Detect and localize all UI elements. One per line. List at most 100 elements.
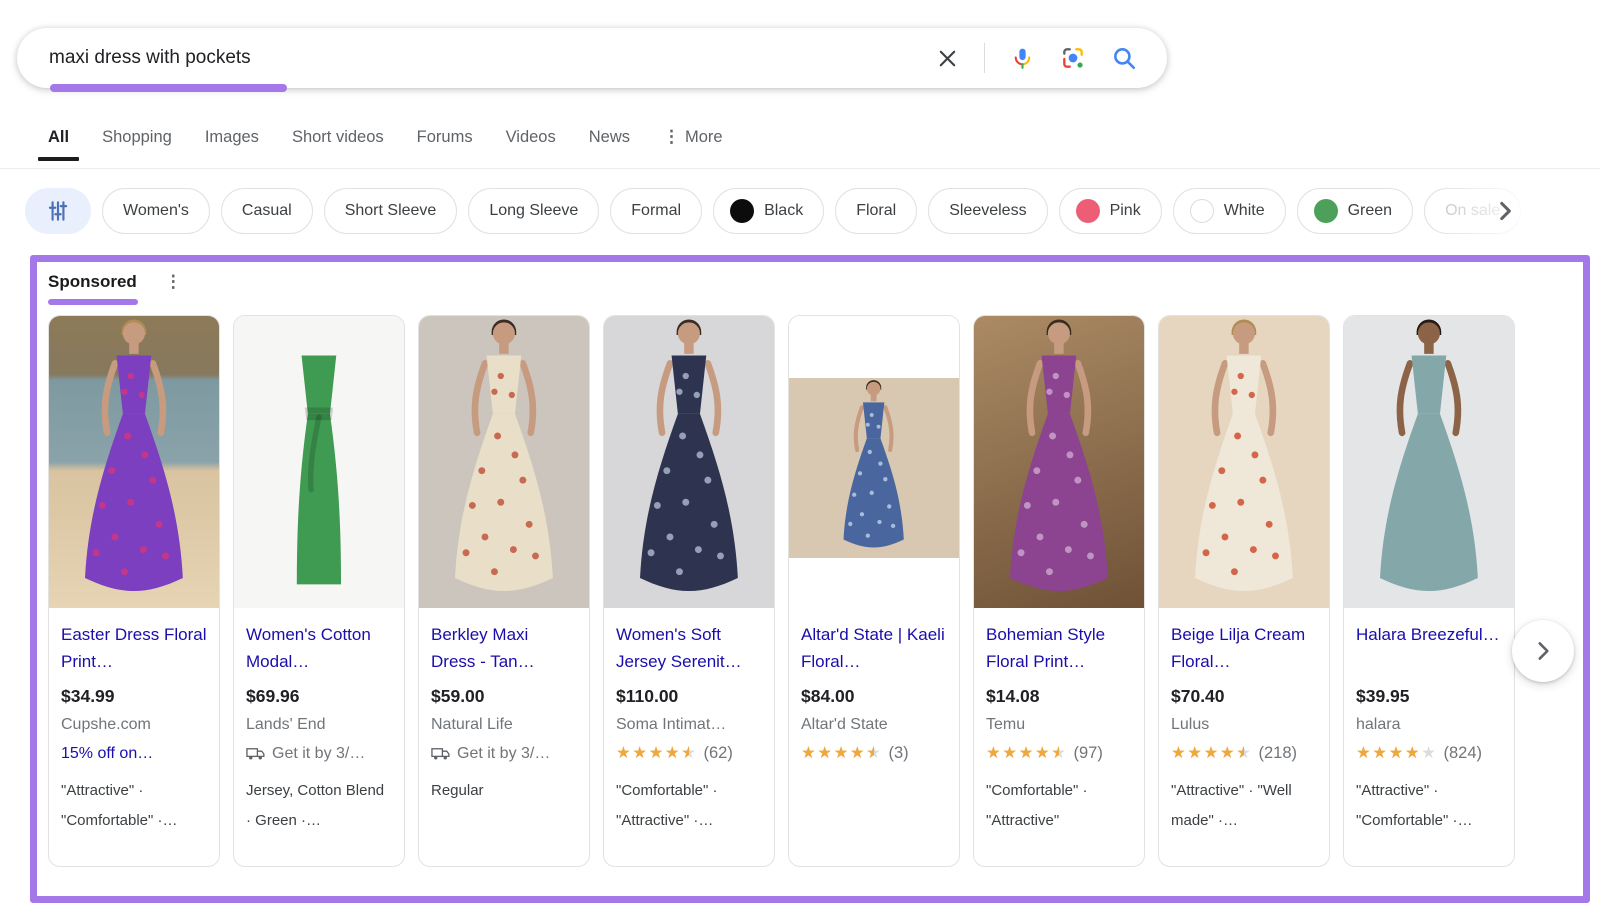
result-tabs: All Shopping Images Short videos Forums … [48,127,723,161]
carousel-next-button[interactable] [1512,620,1574,682]
search-tab[interactable]: Videos [506,128,556,161]
product-delivery: Get it by 3/… [431,745,550,763]
product-card: Women's Soft Jersey Serenit… $110.00 Som… [603,315,775,867]
product-title[interactable]: Berkley Maxi Dress - Tan… [431,621,577,675]
filter-chip[interactable]: Floral [835,188,917,234]
product-info-line: Get it by 3/… [431,743,577,764]
sponsored-menu-icon[interactable]: ⋮ [161,271,186,292]
sponsored-underline-annotation [48,299,138,305]
product-title[interactable]: Women's Soft Jersey Serenit… [616,621,762,675]
dress-illustration [55,316,213,608]
product-snippet: "Comfortable" · "Attractive" [986,776,1132,836]
product-price: $59.00 [431,686,577,707]
product-image[interactable] [974,316,1144,608]
search-tab[interactable]: Forums [417,128,473,161]
all-filters-button[interactable] [25,188,91,234]
product-image[interactable] [419,316,589,608]
product-title[interactable]: Halara Breezeful… [1356,621,1502,675]
product-snippet: "Attractive" · "Well made" ·… [1171,776,1317,836]
search-tab[interactable]: ⋮More [663,127,723,161]
filter-chip[interactable]: Short Sleeve [324,188,458,234]
product-image[interactable] [1159,316,1329,608]
product-image[interactable] [49,316,219,608]
truck-icon [246,747,265,761]
search-input[interactable] [17,47,936,69]
product-card: Halara Breezeful… $39.95 halara ★★★★★★★★… [1343,315,1515,867]
product-merchant: Lulus [1171,716,1317,734]
search-tab[interactable]: Shopping [102,128,172,161]
search-tab[interactable]: Images [205,128,259,161]
product-card: Beige Lilja Cream Floral… $70.40 Lulus ★… [1158,315,1330,867]
dress-illustration [825,378,922,558]
product-merchant: Cupshe.com [61,716,207,734]
clear-search-icon[interactable] [936,47,959,70]
product-info-line: ★★★★★★★★★★(218) [1171,743,1317,764]
product-snippet: "Comfortable" · "Attractive" ·… [616,776,762,836]
google-lens-icon[interactable] [1060,45,1086,71]
chip-label: Green [1348,202,1392,220]
product-delivery: Get it by 3/… [246,745,365,763]
product-title[interactable]: Bohemian Style Floral Print… [986,621,1132,675]
product-image[interactable] [1344,316,1514,608]
product-details: Women's Soft Jersey Serenit… $110.00 Som… [604,608,774,850]
filter-chip[interactable]: Formal [610,188,702,234]
product-delivery-text: Get it by 3/… [272,745,365,763]
chip-label: Pink [1110,202,1141,220]
product-photo [1159,316,1329,608]
product-info-line: 15% off on… [61,743,207,764]
product-snippet: "Attractive" · "Comfortable" ·… [61,776,207,836]
chips-scroll-right-icon[interactable] [1492,198,1518,227]
product-photo [604,316,774,608]
product-price: $39.95 [1356,686,1502,707]
filter-chip[interactable]: Green [1297,188,1413,234]
search-tab[interactable]: Short videos [292,128,384,161]
product-photo [1344,316,1514,608]
filter-chip[interactable]: Black [713,188,824,234]
product-photo [49,316,219,608]
tab-label: Short videos [292,128,384,147]
product-price: $14.08 [986,686,1132,707]
product-rating: ★★★★★★★★★★(62) [616,744,733,763]
product-photo [974,316,1144,608]
product-rating: ★★★★★★★★★★(3) [801,744,909,763]
filter-chip[interactable]: Women's [102,188,210,234]
product-details: Easter Dress Floral Print… $34.99 Cupshe… [49,608,219,850]
filter-chip[interactable]: White [1173,188,1286,234]
search-tab[interactable]: News [589,128,630,161]
product-details: Altar'd State | Kaeli Floral… $84.00 Alt… [789,608,959,790]
filter-chip[interactable]: Sleeveless [928,188,1047,234]
product-image[interactable] [604,316,774,608]
review-count: (97) [1073,744,1102,762]
product-card: Altar'd State | Kaeli Floral… $84.00 Alt… [788,315,960,867]
color-swatch-icon [1190,199,1214,223]
filter-chip[interactable]: Long Sleeve [468,188,599,234]
product-title[interactable]: Altar'd State | Kaeli Floral… [801,621,947,675]
product-title[interactable]: Beige Lilja Cream Floral… [1171,621,1317,675]
product-photo [789,378,959,558]
chip-label: Floral [856,202,896,220]
product-title[interactable]: Women's Cotton Modal… [246,621,392,675]
dress-illustration [1165,316,1323,608]
product-title[interactable]: Easter Dress Floral Print… [61,621,207,675]
search-tab[interactable]: All [48,128,69,161]
product-row: Easter Dress Floral Print… $34.99 Cupshe… [48,315,1583,867]
product-info-line: ★★★★★★★★★★(97) [986,743,1132,764]
review-count: (62) [703,744,732,762]
chip-label: White [1224,202,1265,220]
chip-label: Black [764,202,803,220]
product-image[interactable] [234,316,404,608]
sponsored-section-annotation: Sponsored ⋮ [30,255,1590,903]
search-icon[interactable] [1111,45,1137,71]
voice-search-icon[interactable] [1010,46,1035,71]
product-card: Berkley Maxi Dress - Tan… $59.00 Natural… [418,315,590,867]
color-swatch-icon [730,199,754,223]
filter-chip[interactable]: Casual [221,188,313,234]
product-offer-link[interactable]: 15% off on… [61,745,153,763]
product-snippet: Jersey, Cotton Blend · Green ·… [246,776,392,836]
search-bar-icons [936,43,1167,73]
filter-chip[interactable]: Pink [1059,188,1162,234]
product-image[interactable] [789,316,959,608]
more-dots-icon: ⋮ [663,127,679,147]
chip-label: Long Sleeve [489,202,578,220]
product-snippet: "Attractive" · "Comfortable" ·… [1356,776,1502,836]
